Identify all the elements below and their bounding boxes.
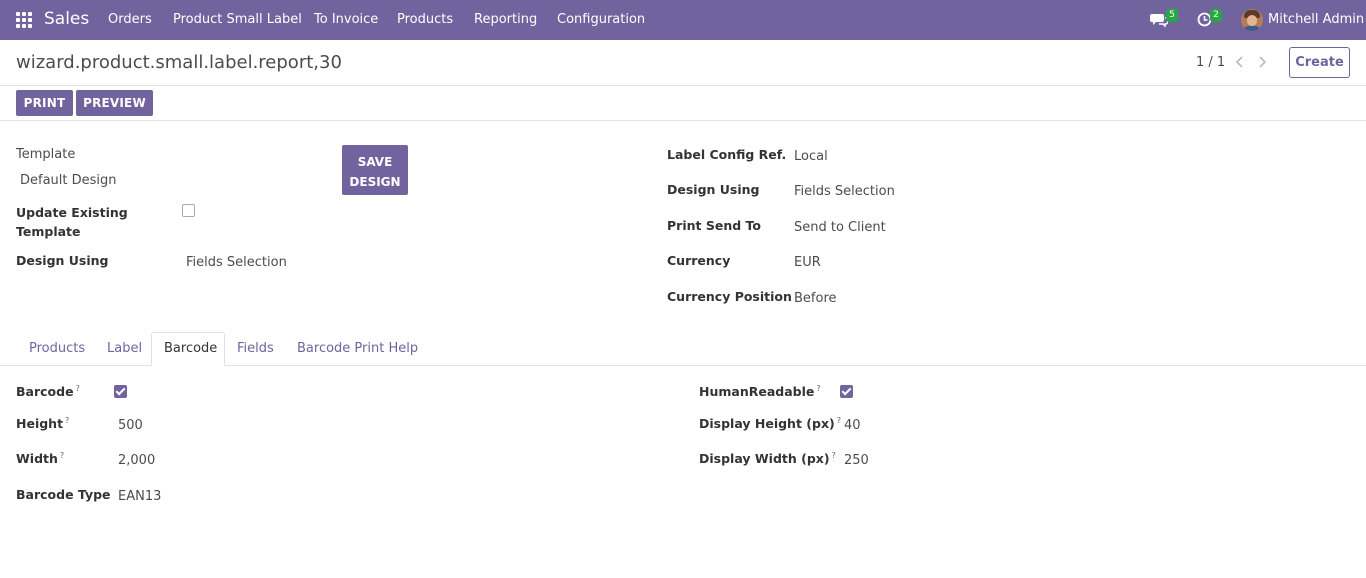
help-mark: ? (75, 384, 80, 393)
pager-value[interactable]: 1 / 1 (1196, 55, 1225, 70)
tab-label[interactable]: Label (107, 341, 142, 356)
update-existing-template-label: Update Existing Template (16, 205, 128, 239)
display-height-label: Display Height (px)? (699, 416, 841, 432)
top-navbar: Sales Orders Product Small Label To Invo… (0, 0, 1366, 40)
apps-menu-icon[interactable] (16, 12, 32, 28)
label-config-ref-field[interactable]: Local (794, 149, 828, 164)
user-menu[interactable]: Mitchell Admin (1268, 12, 1364, 27)
help-mark: ? (816, 384, 821, 393)
save-design-label-line1: SAVE (357, 155, 393, 169)
help-mark: ? (59, 451, 65, 460)
pager-previous-icon[interactable] (1235, 56, 1245, 68)
design-using-label: Design Using (16, 253, 109, 268)
currency-field[interactable]: EUR (794, 255, 821, 270)
menu-configuration[interactable]: Configuration (557, 12, 645, 27)
height-label: Height? (16, 416, 70, 432)
tab-barcode[interactable]: Barcode (164, 341, 217, 356)
print-button[interactable]: PRINT (16, 90, 73, 116)
barcode-label: Barcode? (16, 384, 80, 400)
app-brand[interactable]: Sales (44, 9, 89, 29)
width-field[interactable]: 2,000 (118, 453, 155, 468)
tab-fields[interactable]: Fields (237, 341, 274, 356)
update-existing-checkbox[interactable] (182, 204, 195, 217)
menu-orders[interactable]: Orders (108, 12, 152, 27)
display-width-label: Display Width (px)? (699, 451, 836, 467)
display-height-field[interactable]: 40 (844, 418, 861, 433)
height-field[interactable]: 500 (118, 418, 143, 433)
currency-position-field[interactable]: Before (794, 291, 837, 306)
currency-label: Currency (667, 253, 731, 268)
barcode-checkbox[interactable] (114, 385, 127, 398)
barcode-type-field[interactable]: EAN13 (118, 489, 161, 504)
menu-reporting[interactable]: Reporting (474, 12, 537, 27)
tab-barcode-print-help[interactable]: Barcode Print Help (297, 341, 418, 356)
human-readable-label: HumanReadable? (699, 384, 821, 400)
divider (0, 120, 1366, 121)
menu-products[interactable]: Products (397, 12, 453, 27)
activities-badge: 2 (1210, 9, 1222, 22)
currency-position-label: Currency Position (667, 289, 792, 304)
print-send-to-field[interactable]: Send to Client (794, 220, 886, 235)
preview-button[interactable]: PREVIEW (76, 90, 153, 116)
divider (0, 85, 1366, 86)
tab-products[interactable]: Products (29, 341, 85, 356)
display-width-field[interactable]: 250 (844, 453, 869, 468)
create-button[interactable]: Create (1289, 47, 1350, 78)
help-mark: ? (831, 451, 836, 460)
menu-to-invoice[interactable]: To Invoice (314, 12, 378, 27)
menu-product-small-label[interactable]: Product Small Label (173, 12, 302, 27)
messages-badge: 5 (1166, 9, 1178, 22)
template-label: Template (16, 147, 76, 162)
user-avatar[interactable] (1241, 9, 1263, 31)
design-using-field-right[interactable]: Fields Selection (794, 184, 895, 199)
design-using-label-right: Design Using (667, 182, 760, 197)
pager-next-icon[interactable] (1257, 56, 1267, 68)
save-design-label-line2: DESIGN (349, 175, 401, 189)
help-mark: ? (836, 416, 841, 425)
template-field[interactable]: Default Design (20, 173, 117, 188)
save-design-button[interactable]: SAVE DESIGN (342, 145, 408, 195)
design-using-field[interactable]: Fields Selection (186, 255, 287, 270)
print-send-to-label: Print Send To (667, 218, 761, 233)
width-label: Width? (16, 451, 65, 467)
help-mark: ? (65, 416, 70, 425)
barcode-type-label: Barcode Type (16, 487, 111, 502)
label-config-ref-label: Label Config Ref. (667, 147, 787, 162)
human-readable-checkbox[interactable] (840, 385, 853, 398)
breadcrumb: wizard.product.small.label.report,30 (16, 52, 342, 73)
